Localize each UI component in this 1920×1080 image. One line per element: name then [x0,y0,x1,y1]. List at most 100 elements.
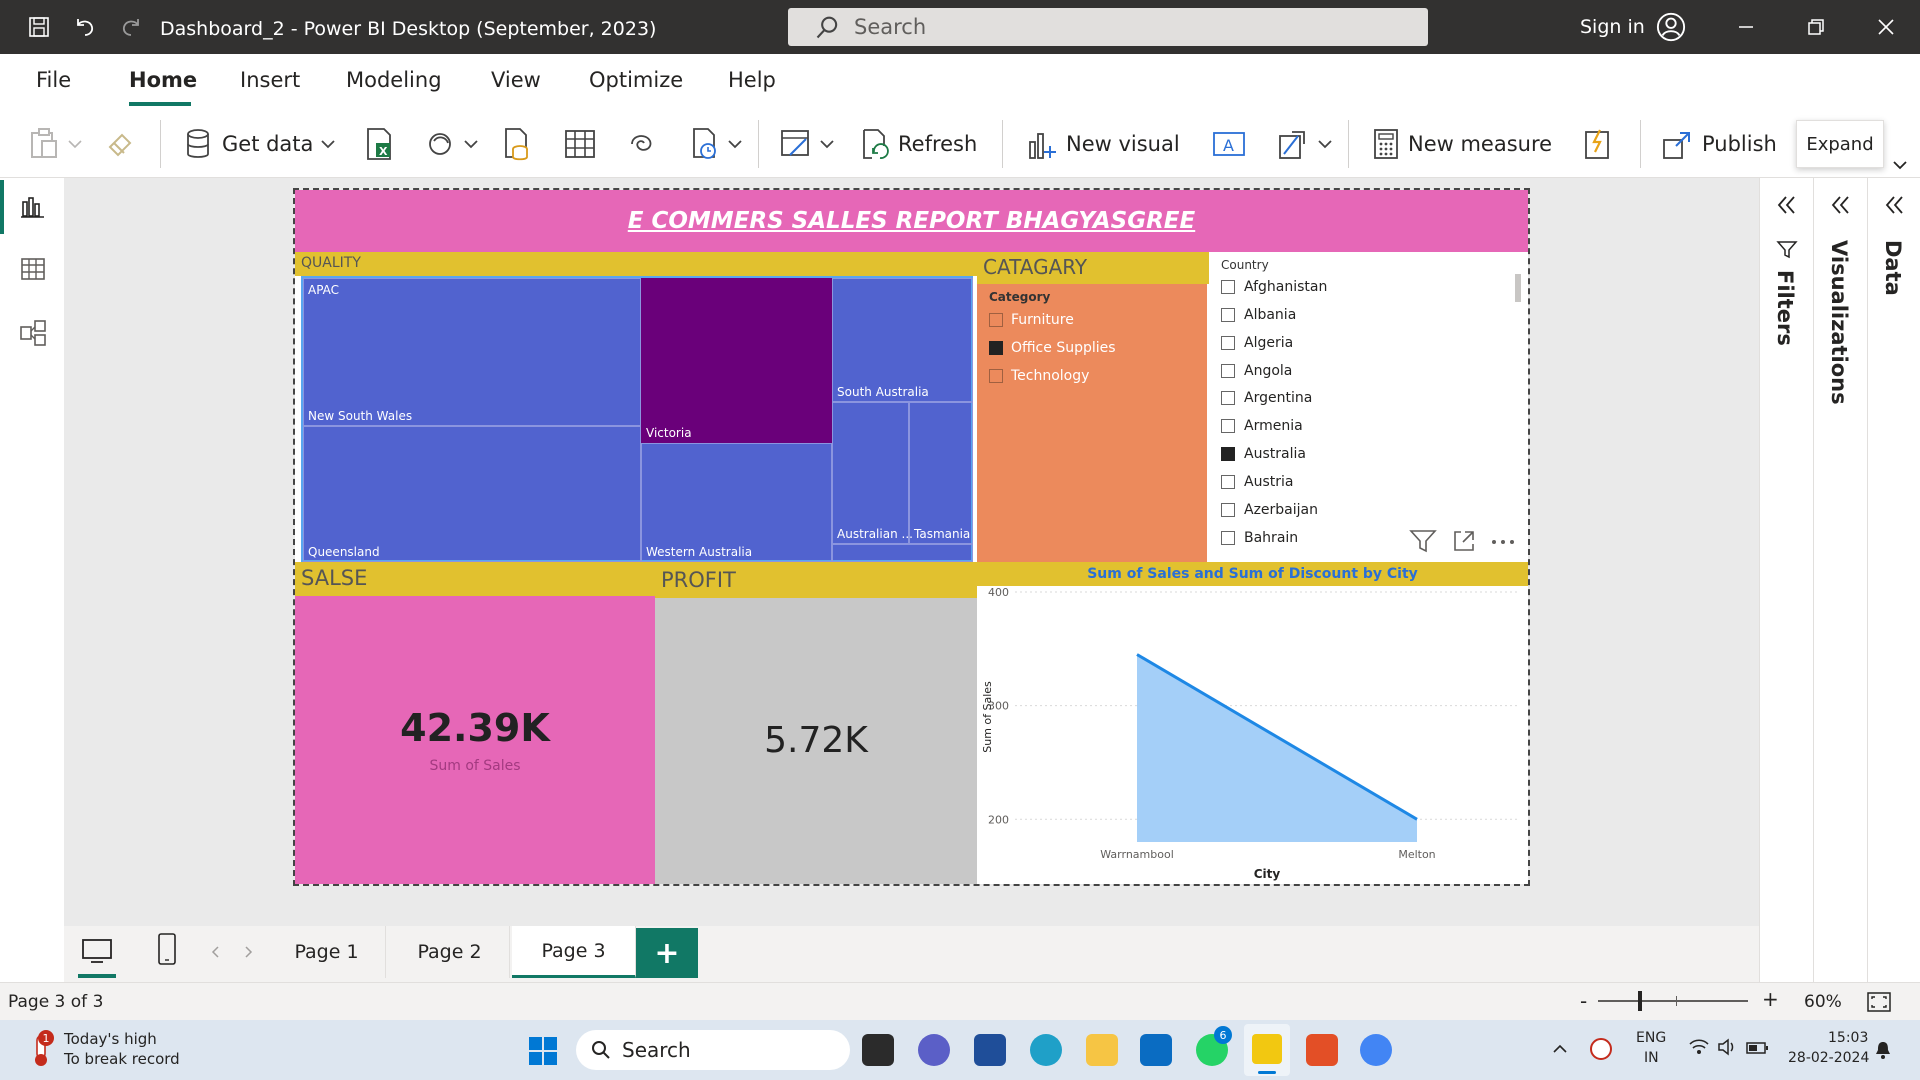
transform-data-button[interactable] [780,124,834,164]
fit-to-page-icon[interactable] [1866,991,1892,1017]
windows-start-icon[interactable] [528,1036,558,1070]
publish-button[interactable]: Publish [1662,124,1777,164]
language-indicator-bottom[interactable]: IN [1644,1050,1659,1066]
treemap-tile-australian-capital[interactable]: Australian ... [832,402,913,544]
checkbox[interactable] [989,369,1003,383]
weather-thermometer-icon[interactable]: 1 [28,1030,54,1072]
zoom-slider-track[interactable] [1598,1000,1748,1002]
redo-icon[interactable] [116,12,146,42]
sales-card[interactable]: 42.39K Sum of Sales [295,596,655,884]
teams-chat-icon[interactable] [918,1034,950,1066]
table-view-icon[interactable] [18,254,48,284]
zoom-in-button[interactable]: + [1762,987,1779,1011]
sql-server-button[interactable] [502,124,532,164]
page-tab-2[interactable]: Page 2 [390,926,510,978]
zoom-percentage[interactable]: 60% [1804,992,1842,1012]
tab-modeling[interactable]: Modeling [346,68,442,92]
recent-sources-button[interactable] [690,124,742,164]
language-indicator-top[interactable]: ENG [1636,1030,1666,1046]
clock-date[interactable]: 28-02-2024 [1788,1050,1869,1066]
model-view-icon[interactable] [18,318,48,348]
undo-icon[interactable] [70,12,100,42]
country-item[interactable]: Argentina [1221,387,1312,409]
get-data-button[interactable]: Get data [184,124,336,164]
checkbox[interactable] [1221,364,1235,378]
checkbox[interactable] [1221,391,1235,405]
ribbon-expand-chevron-icon[interactable] [1892,156,1908,175]
new-visual-button[interactable]: New visual [1026,124,1180,164]
treemap-visual[interactable]: APAC New South Wales Queensland Victoria… [301,276,973,562]
country-item[interactable]: Angola [1221,360,1292,382]
treemap-tile-tasmania[interactable]: Tasmania [909,402,973,544]
chevron-up-icon[interactable] [1552,1040,1568,1059]
security-alert-icon[interactable] [1590,1038,1612,1060]
close-icon[interactable] [1866,12,1906,42]
checkbox-checked[interactable] [1221,447,1235,461]
focus-mode-icon[interactable] [1451,528,1477,558]
file-explorer-icon[interactable] [1086,1034,1118,1066]
checkbox[interactable] [1221,503,1235,517]
chevron-right-icon[interactable] [244,944,254,963]
power-bi-taskbar-item[interactable] [1244,1024,1290,1076]
country-item-selected[interactable]: Australia [1221,443,1306,465]
report-view-icon[interactable] [18,192,48,222]
checkbox[interactable] [1221,308,1235,322]
profit-card[interactable]: 5.72K [655,598,977,884]
paste-button[interactable] [28,124,82,164]
clock-time[interactable]: 15:03 [1828,1030,1868,1046]
country-item[interactable]: Armenia [1221,415,1303,437]
task-view-icon[interactable] [862,1034,894,1066]
tab-optimize[interactable]: Optimize [589,68,683,92]
tab-view[interactable]: View [491,68,541,92]
onelake-hub-button[interactable] [426,124,478,164]
filter-icon[interactable] [1409,528,1437,558]
treemap-tile-new-south-wales[interactable]: APAC New South Wales [303,278,641,426]
more-options-icon[interactable] [1489,528,1517,558]
refresh-button[interactable]: Refresh [860,124,977,164]
category-item-office-supplies[interactable]: Office Supplies [989,338,1116,358]
volume-icon[interactable] [1716,1038,1738,1060]
quick-measure-button[interactable] [1582,124,1612,164]
checkbox[interactable] [1221,336,1235,350]
sales-by-city-chart[interactable]: Sum of Sales and Sum of Discount by City… [977,562,1528,884]
treemap-tile-south-australia[interactable]: South Australia [832,278,973,402]
more-visuals-button[interactable] [1278,124,1332,164]
tab-file[interactable]: File [36,68,71,92]
whatsapp-icon[interactable]: 6 [1196,1026,1232,1066]
save-icon[interactable] [24,12,54,42]
zoom-slider-thumb[interactable] [1638,991,1642,1011]
wps-office-icon[interactable] [1306,1034,1338,1066]
page-tab-3[interactable]: Page 3 [512,926,636,978]
collapse-chevrons-icon[interactable] [1828,194,1852,220]
country-item[interactable]: Albania [1221,304,1296,326]
tab-help[interactable]: Help [728,68,776,92]
new-measure-button[interactable]: New measure [1372,124,1552,164]
slicer-scrollbar-thumb[interactable] [1515,274,1521,302]
sign-in-link[interactable]: Sign in [1580,16,1645,38]
notification-bell-icon[interactable] [1874,1040,1892,1064]
country-item[interactable]: Algeria [1221,332,1293,354]
country-item[interactable]: Austria [1221,471,1293,493]
battery-icon[interactable] [1746,1040,1770,1059]
treemap-tile-western-australia[interactable]: Western Australia [641,443,832,562]
title-search-box[interactable]: Search [788,8,1428,46]
chrome-browser-icon[interactable] [1360,1034,1392,1066]
page-tab-1[interactable]: Page 1 [268,926,386,978]
restore-icon[interactable] [1796,12,1836,42]
checkbox[interactable] [1221,475,1235,489]
country-item[interactable]: Bahrain [1221,527,1298,549]
edge-browser-icon[interactable] [1030,1034,1062,1066]
add-page-button[interactable]: + [636,928,698,978]
remote-desktop-icon[interactable] [1140,1034,1172,1066]
data-pane[interactable]: Data [1867,178,1920,982]
mobile-layout-icon[interactable] [156,932,178,970]
format-painter-button[interactable] [106,124,136,164]
visualizations-pane[interactable]: Visualizations [1813,178,1867,982]
treemap-tile-victoria[interactable]: Victoria [641,278,832,443]
category-item-furniture[interactable]: Furniture [989,310,1074,330]
minimize-icon[interactable] [1726,12,1766,42]
chevron-left-icon[interactable] [210,944,220,963]
treemap-tile-small[interactable] [832,544,973,562]
desktop-layout-icon[interactable] [78,936,116,978]
account-icon[interactable] [1656,12,1686,42]
